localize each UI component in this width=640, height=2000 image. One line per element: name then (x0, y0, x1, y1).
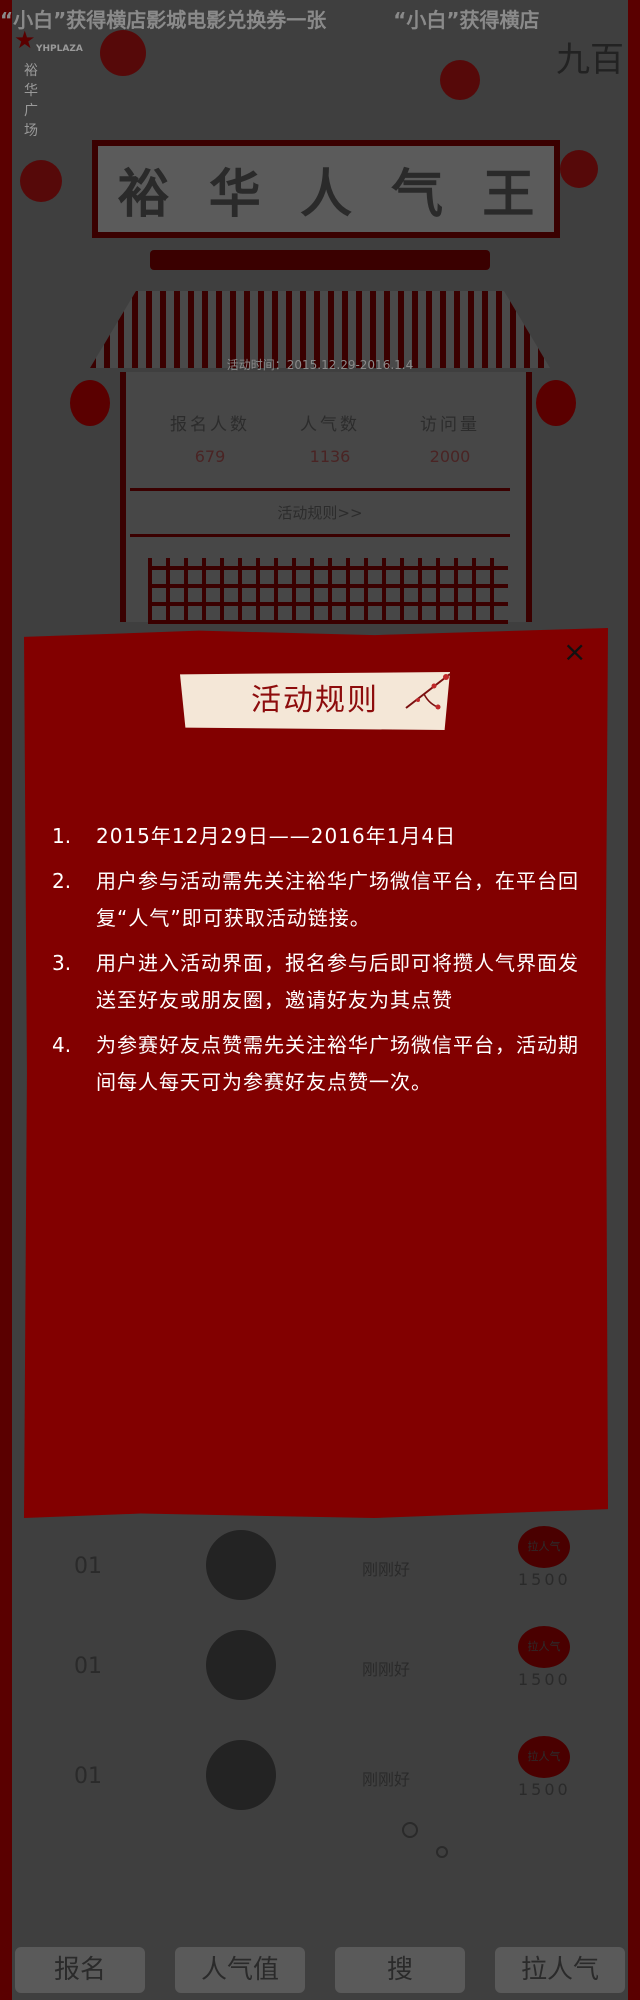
contestant-name: 刚刚好 (362, 1660, 411, 1679)
rule-item: 4. 为参赛好友点赞需先关注裕华广场微信平台，活动期间每人每天可为参赛好友点赞一… (52, 1027, 592, 1101)
stat-popularity: 人气数 1136 (270, 410, 390, 466)
rule-text: 2015年12月29日——2016年1月4日 (96, 824, 457, 848)
winner-marquee: “小白”获得横店影城电影兑换券一张 “小白”获得横店 (0, 0, 640, 40)
title-char: 气 (391, 163, 444, 225)
avatar (206, 1530, 276, 1600)
ranking-row[interactable]: 01 刚刚好 拉人气 1500 (0, 1734, 640, 1814)
flower-decoration (440, 60, 480, 100)
rule-number: 3. (52, 951, 72, 975)
logo-en: YHPLAZA (36, 44, 83, 54)
marquee-text-1: “小白”获得横店影城电影兑换券一张 (0, 8, 327, 32)
star-icon: ★ (14, 26, 36, 54)
stat-signups: 报名人数 679 (150, 410, 270, 466)
rules-list: 1. 2015年12月29日——2016年1月4日 2. 用户参与活动需先关注裕… (52, 818, 592, 1109)
rules-link[interactable]: 活动规则>> (0, 502, 640, 523)
vote-count: 1500 (518, 1570, 571, 1589)
boost-button[interactable]: 拉人气 (518, 1736, 570, 1778)
ranking-row[interactable]: 01 刚刚好 拉人气 1500 (0, 1624, 640, 1704)
roof-ridge (150, 250, 490, 270)
stat-visits: 访问量 2000 (390, 410, 510, 466)
window-lattice (148, 558, 508, 624)
brand-logo: ★ YHPLAZA 裕华广场 (14, 26, 83, 139)
roof (90, 291, 550, 368)
pager-dot[interactable] (436, 1846, 448, 1858)
rule-item: 3. 用户进入活动界面，报名参与后即可将攒人气界面发送至好友或朋友圈，邀请好友为… (52, 945, 592, 1019)
lantern-icon (536, 380, 576, 426)
stat-value: 679 (194, 447, 226, 466)
stat-label: 访问量 (420, 415, 480, 435)
boost-button[interactable]: 拉人气 (518, 1626, 570, 1668)
stat-label: 报名人数 (170, 415, 250, 435)
rank-number: 01 (74, 1654, 102, 1679)
ranking-row[interactable]: 01 刚刚好 拉人气 1500 (0, 1524, 640, 1604)
rule-text: 用户参与活动需先关注裕华广场微信平台，在平台回复“人气”即可获取活动链接。 (96, 869, 579, 930)
stats-row: 报名人数 679 人气数 1136 访问量 2000 (150, 410, 510, 466)
avatar (206, 1740, 276, 1810)
marquee-text-2: “小白”获得横店 (393, 8, 540, 32)
lantern-icon (70, 380, 110, 426)
title-char: 裕 (117, 163, 170, 225)
flower-decoration (100, 30, 146, 76)
search-button[interactable]: 搜 (335, 1947, 465, 1993)
boost-button[interactable]: 拉人气 (518, 1526, 570, 1568)
rule-number: 4. (52, 1033, 72, 1057)
avatar (206, 1630, 276, 1700)
rule-text: 为参赛好友点赞需先关注裕华广场微信平台，活动期间每人每天可为参赛好友点赞一次。 (96, 1033, 579, 1094)
divider (130, 488, 510, 491)
vote-count: 1500 (518, 1670, 571, 1689)
rank-number: 01 (74, 1764, 102, 1789)
pager-dot[interactable] (402, 1822, 418, 1838)
title-char: 华 (208, 163, 261, 225)
flower-decoration (20, 160, 62, 202)
bottom-nav: 报名 人气值 搜 拉人气 (0, 1940, 640, 2000)
corner-calligraphy: 九百 (556, 40, 624, 80)
boost-popularity-button[interactable]: 拉人气 (495, 1947, 625, 1993)
rule-number: 2. (52, 869, 72, 893)
rule-number: 1. (52, 824, 72, 848)
logo-cn: 裕华广场 (24, 63, 38, 139)
rule-text: 用户进入活动界面，报名参与后即可将攒人气界面发送至好友或朋友圈，邀请好友为其点赞 (96, 951, 579, 1012)
contestant-name: 刚刚好 (362, 1770, 411, 1789)
popularity-button[interactable]: 人气值 (175, 1947, 305, 1993)
activity-time: 活动时间：2015.12.29-2016.1.4 (226, 358, 414, 372)
plum-branch-icon (405, 673, 451, 710)
title-char: 王 (482, 163, 535, 225)
stat-value: 1136 (309, 447, 351, 466)
rank-number: 01 (74, 1554, 102, 1579)
divider (130, 534, 510, 537)
stat-label: 人气数 (300, 415, 360, 435)
close-icon[interactable]: × (563, 636, 586, 668)
flower-decoration (560, 150, 598, 188)
title-board: 裕 华 人 气 王 (92, 140, 560, 238)
stat-value: 2000 (429, 447, 471, 466)
page: “小白”获得横店影城电影兑换券一张 “小白”获得横店 ★ YHPLAZA 裕华广… (0, 0, 640, 2000)
vote-count: 1500 (518, 1780, 571, 1799)
rule-item: 2. 用户参与活动需先关注裕华广场微信平台，在平台回复“人气”即可获取活动链接。 (52, 863, 592, 937)
contestant-name: 刚刚好 (362, 1560, 411, 1579)
rule-item: 1. 2015年12月29日——2016年1月4日 (52, 818, 592, 855)
title-char: 人 (299, 163, 352, 225)
signup-button[interactable]: 报名 (15, 1947, 145, 1993)
